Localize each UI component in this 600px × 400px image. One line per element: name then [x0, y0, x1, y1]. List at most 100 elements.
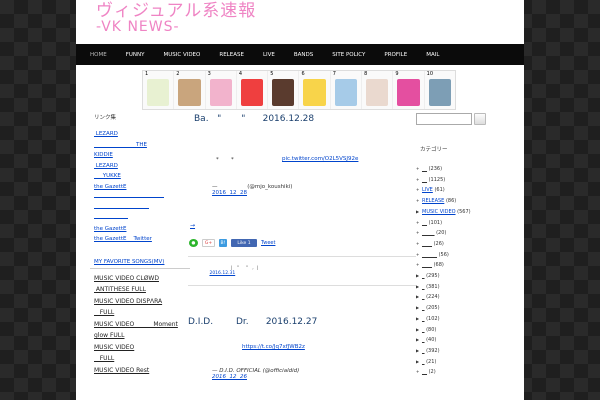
tweet-link[interactable]: pic.twitter.com/O2L5VSJ92e: [282, 156, 416, 162]
favorite-songs-title[interactable]: MY FAVORITE SONGS(MV): [90, 259, 190, 269]
category-count: (21): [426, 358, 437, 365]
category-item: + RELEASE (86): [416, 196, 524, 207]
nav-site-policy[interactable]: SITE POLICY: [332, 52, 377, 58]
category-link[interactable]: MUSIC VIDEO: [422, 209, 456, 215]
song-item[interactable]: MUSIC VIDEO Rest: [94, 365, 190, 377]
search-input[interactable]: [416, 113, 472, 125]
ranking-banner-strip[interactable]: 1 2 3 4 5 6 7 8 9 10: [142, 70, 456, 110]
song-item[interactable]: MUSIC VIDEO Moment: [94, 319, 190, 331]
post-title[interactable]: Ba. " " 2016.12.28: [188, 113, 416, 125]
ranking-item[interactable]: 9: [393, 71, 425, 109]
nav-mail[interactable]: MAIL: [426, 52, 451, 58]
left-sidebar: リンク集 LEZARD THE KIDDIE LEZARD YUKKE the …: [90, 113, 190, 376]
ranking-item[interactable]: 8: [362, 71, 394, 109]
category-link[interactable]: _: [422, 348, 425, 354]
product-thumbnail: [272, 79, 295, 106]
link-item[interactable]: THE: [94, 140, 190, 151]
link-item[interactable]: the GazettE Twitter: [94, 234, 190, 245]
song-item[interactable]: MUSIC VIDEO: [94, 342, 190, 354]
category-link[interactable]: ____: [422, 241, 432, 247]
ranking-item[interactable]: 1: [143, 71, 175, 109]
ranking-number: 1: [145, 71, 149, 77]
link-item[interactable]: [94, 192, 164, 198]
product-thumbnail: [428, 79, 451, 106]
ranking-item[interactable]: 3: [205, 71, 237, 109]
category-count: (102): [426, 315, 440, 322]
tweet-button[interactable]: Tweet: [261, 240, 275, 246]
tweet-date[interactable]: 2016 12 28: [212, 190, 247, 196]
category-link[interactable]: _: [422, 337, 425, 343]
nav-music-video[interactable]: MUSIC VIDEO: [163, 52, 212, 58]
song-item[interactable]: FULL: [94, 307, 190, 319]
category-link[interactable]: _: [422, 359, 425, 365]
logo-subtitle: -VK NEWS-: [96, 19, 180, 35]
category-count: (80): [426, 326, 437, 333]
category-link[interactable]: __: [422, 166, 427, 172]
product-thumbnail: [397, 79, 420, 106]
category-link[interactable]: _____: [422, 230, 435, 236]
hatena-bookmark-button[interactable]: B!: [219, 239, 227, 247]
ranking-item[interactable]: 6: [299, 71, 331, 109]
category-count: (101): [428, 219, 443, 226]
main-nav: HOME FUNNY MUSIC VIDEO RELEASE LIVE BAND…: [76, 44, 524, 65]
nav-home[interactable]: HOME: [90, 52, 119, 58]
share-buttons: ● G+ B! Like 1 Tweet: [188, 239, 416, 247]
song-item[interactable]: glow FULL: [94, 330, 190, 342]
ranking-number: 4: [238, 71, 243, 77]
site-logo[interactable]: ヴィジュアル系速報 -VK NEWS-: [96, 3, 256, 36]
gplus-button[interactable]: G+: [202, 239, 215, 247]
category-item: + __ (101): [416, 218, 524, 229]
category-link[interactable]: _: [422, 273, 425, 279]
category-link[interactable]: ______: [422, 252, 437, 258]
post-title[interactable]: D.I.D. Dr. 2016.12.27: [188, 316, 416, 328]
nav-bands[interactable]: BANDS: [294, 52, 325, 58]
link-item[interactable]: [94, 203, 149, 209]
category-link[interactable]: _: [422, 305, 425, 311]
ranking-item[interactable]: 4: [236, 71, 269, 109]
nav-funny[interactable]: FUNNY: [126, 52, 157, 58]
main-content: Ba. " " 2016.12.28 * * pic.twitter.com/O…: [188, 113, 416, 386]
links-widget-title: リンク集: [94, 115, 117, 121]
post-meta-date[interactable]: 2016.12.31: [209, 271, 235, 276]
tweet-link[interactable]: https://t.co/Jq7xfJWB2z: [242, 344, 416, 350]
category-link[interactable]: ____: [422, 262, 432, 268]
link-item[interactable]: the GazettE: [94, 182, 190, 193]
category-link[interactable]: LIVE: [422, 187, 433, 193]
nav-release[interactable]: RELEASE: [219, 52, 256, 58]
link-item[interactable]: YUKKE: [94, 171, 190, 182]
category-link[interactable]: __: [422, 369, 427, 375]
link-item[interactable]: KIDDIE: [94, 150, 190, 161]
search-button[interactable]: [474, 113, 486, 125]
ranking-item[interactable]: 5: [268, 71, 300, 109]
product-thumbnail: [147, 79, 170, 106]
category-link[interactable]: _: [422, 284, 425, 290]
song-item[interactable]: MUSIC VIDEO CLØWD: [94, 273, 190, 285]
read-more-link[interactable]: →: [188, 222, 206, 229]
ranking-item[interactable]: 10: [424, 71, 455, 109]
category-link[interactable]: _: [422, 316, 425, 322]
links-list: LEZARD THE KIDDIE LEZARD YUKKE the Gazet…: [90, 129, 190, 245]
nav-profile[interactable]: PROFILE: [384, 52, 419, 58]
category-link[interactable]: _: [422, 294, 425, 300]
song-item[interactable]: MUSIC VIDEO DISPΛRA: [94, 296, 190, 308]
ranking-item[interactable]: 2: [174, 71, 206, 109]
line-share-icon[interactable]: ●: [189, 239, 198, 247]
ranking-number: 9: [395, 71, 399, 77]
ranking-item[interactable]: 7: [330, 71, 363, 109]
link-item[interactable]: LEZARD: [94, 161, 190, 172]
tweet-date[interactable]: 2016 12 26: [212, 374, 247, 380]
nav-live[interactable]: LIVE: [263, 52, 287, 58]
link-item[interactable]: [94, 213, 128, 219]
category-link[interactable]: __: [422, 177, 427, 183]
song-item[interactable]: FULL: [94, 353, 190, 365]
category-item: ▶ _ (21): [416, 357, 524, 368]
site-header: ヴィジュアル系速報 -VK NEWS-: [76, 0, 524, 44]
facebook-like-button[interactable]: Like 1: [231, 239, 257, 247]
category-link[interactable]: RELEASE: [422, 198, 444, 204]
category-link[interactable]: _: [422, 327, 425, 333]
link-item[interactable]: LEZARD: [94, 129, 190, 140]
category-item: + __ (1125): [416, 175, 524, 186]
category-link[interactable]: __: [422, 220, 427, 226]
link-item[interactable]: the GazettE: [94, 224, 190, 235]
song-item[interactable]: ANTITHESE FULL: [94, 284, 190, 296]
